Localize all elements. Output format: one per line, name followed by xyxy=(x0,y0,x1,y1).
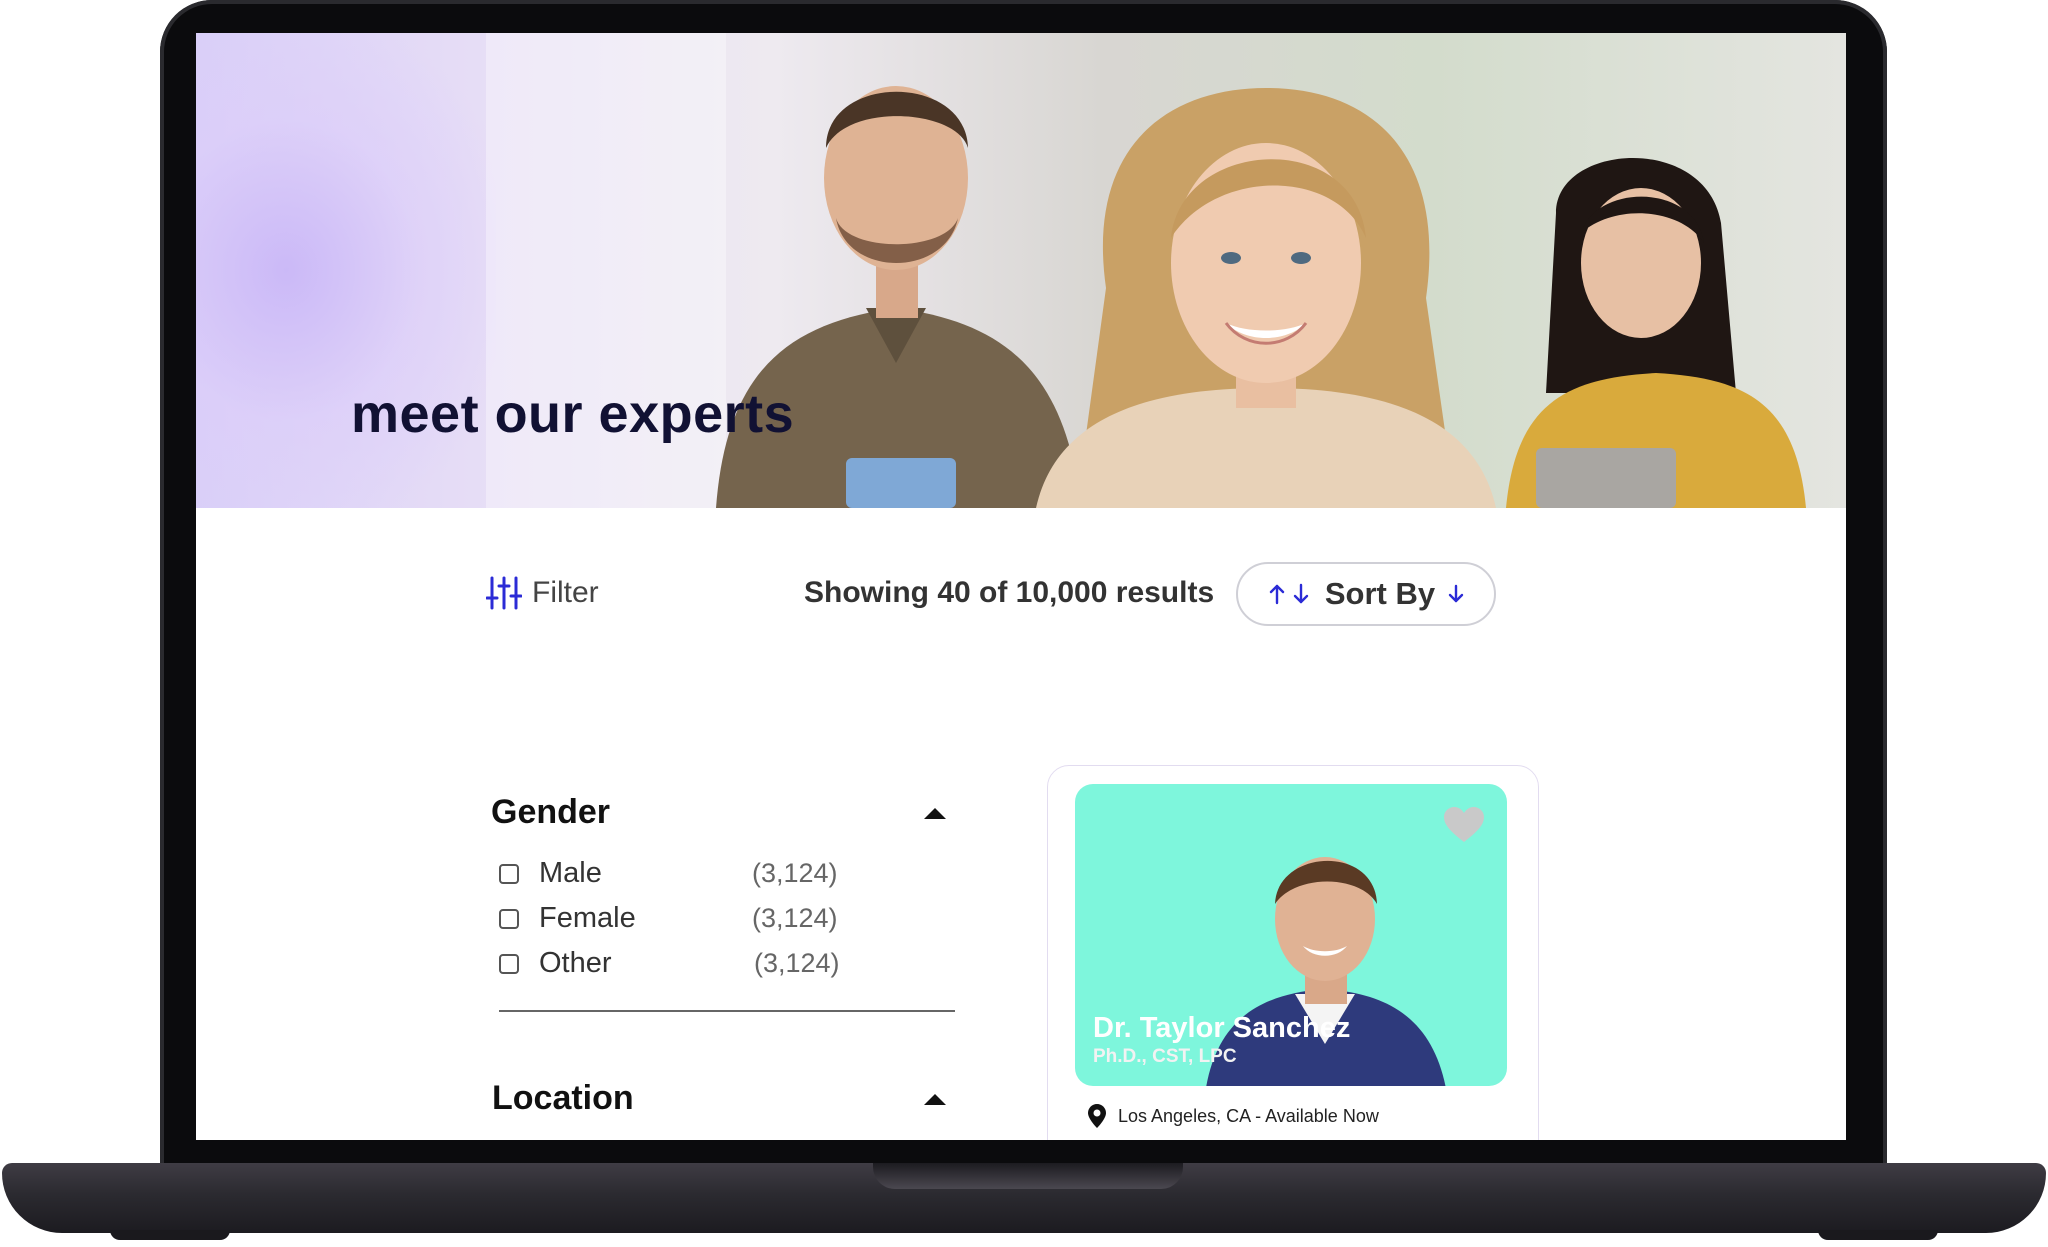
sort-arrows-icon xyxy=(1269,583,1309,605)
results-count: Showing 40 of 10,000 results xyxy=(804,576,1215,609)
checkbox[interactable] xyxy=(499,864,519,884)
laptop-notch xyxy=(873,1163,1183,1189)
option-count: (3,124) xyxy=(752,903,838,933)
filter-divider xyxy=(499,1010,955,1012)
laptop-foot-left xyxy=(110,1230,230,1240)
gender-option-male[interactable]: Male (3,124) xyxy=(499,855,839,895)
hero-person-woman-center xyxy=(1036,88,1496,508)
chevron-down-icon xyxy=(1448,584,1464,603)
map-pin-icon xyxy=(1088,1104,1106,1128)
gender-option-other[interactable]: Other (3,124) xyxy=(499,945,840,985)
expert-location: Los Angeles, CA - Available Now xyxy=(1088,1104,1379,1128)
laptop-foot-right xyxy=(1818,1230,1938,1240)
sort-label: Sort By xyxy=(1324,576,1436,611)
option-count: (3,124) xyxy=(754,948,840,978)
checkbox[interactable] xyxy=(499,954,519,974)
expert-name: Dr. Taylor Sanchez xyxy=(1093,1012,1351,1044)
caret-up-icon[interactable] xyxy=(924,808,946,819)
caret-up-icon[interactable] xyxy=(924,1094,946,1105)
gender-option-female[interactable]: Female (3,124) xyxy=(499,900,839,940)
expert-credentials: Ph.D., CST, LPC xyxy=(1093,1046,1237,1067)
expert-photo[interactable]: Dr. Taylor Sanchez Ph.D., CST, LPC xyxy=(1075,784,1507,1086)
heart-icon[interactable] xyxy=(1443,806,1485,844)
location-filter-title[interactable]: Location xyxy=(492,1079,634,1118)
screen: meet our experts Filter Showing 40 of 10… xyxy=(196,33,1846,1140)
expert-location-text: Los Angeles, CA - Available Now xyxy=(1118,1105,1379,1126)
option-label: Male xyxy=(539,857,602,889)
option-count: (3,124) xyxy=(752,858,838,888)
filter-label: Filter xyxy=(532,576,599,609)
filter-toggle[interactable]: Filter xyxy=(486,576,599,610)
sort-by-button[interactable]: Sort By xyxy=(1236,562,1496,626)
hero-title: meet our experts xyxy=(351,384,795,444)
sliders-icon xyxy=(486,576,522,610)
gender-filter-title[interactable]: Gender xyxy=(491,793,610,832)
option-label: Other xyxy=(539,947,612,979)
hero-person-woman-right xyxy=(1506,158,1806,508)
hero-banner: meet our experts xyxy=(196,33,1846,508)
checkbox[interactable] xyxy=(499,909,519,929)
option-label: Female xyxy=(539,902,636,934)
